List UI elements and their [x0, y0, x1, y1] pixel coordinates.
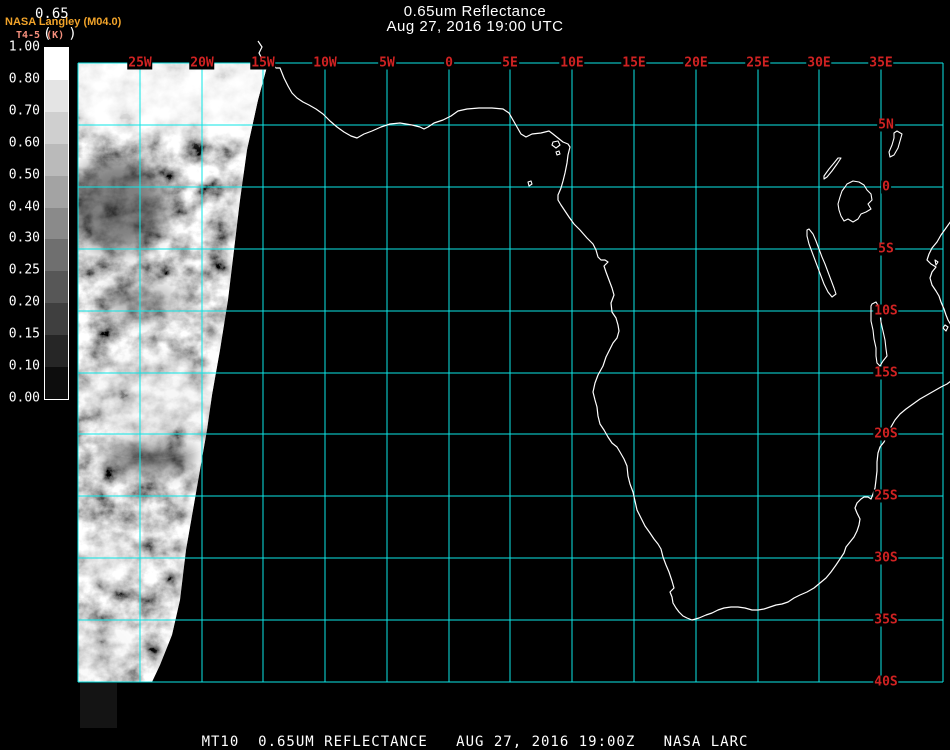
coastline-path: [926, 221, 950, 325]
lake-outline: [551, 140, 561, 149]
lon-label: 25W: [127, 55, 153, 71]
lat-label: 20S: [873, 426, 899, 442]
lat-label: 40S: [873, 674, 899, 690]
lat-label: 5N: [877, 117, 895, 133]
colorbar-tick-label: 0.20: [8, 294, 40, 310]
lon-label: 15E: [621, 55, 647, 71]
colorbar-segment: [45, 175, 68, 208]
lat-label: 5S: [877, 241, 895, 257]
lat-label: 35S: [873, 612, 899, 628]
lake-outline: [934, 259, 939, 266]
footer-caption: MT10 0.65UM REFLECTANCE AUG 27, 2016 19:…: [201, 734, 749, 750]
lake-outline: [942, 324, 949, 332]
colorbar-tick-label: 0.60: [8, 135, 40, 151]
swath-remnant: [80, 683, 117, 728]
lon-label: 0: [444, 55, 454, 71]
reflectance-colorbar: [44, 47, 69, 400]
lon-label: 15W: [250, 55, 276, 71]
lon-label: 20E: [683, 55, 709, 71]
colorbar-tick-label: 0.70: [8, 103, 40, 119]
colorbar-tick-label: 0.80: [8, 71, 40, 87]
colorbar-segment: [45, 111, 68, 144]
colorbar-tick-label: 0.25: [8, 262, 40, 278]
lon-label: 5W: [378, 55, 396, 71]
coastline-path: [257, 40, 950, 621]
lon-label: 25E: [745, 55, 771, 71]
colorbar-segment: [45, 239, 68, 272]
lat-label: 25S: [873, 488, 899, 504]
lake-outline: [527, 180, 533, 187]
page-subtitle: Aug 27, 2016 19:00 UTC: [386, 18, 564, 35]
colorbar-tick-label: 0.15: [8, 326, 40, 342]
lon-label: 10E: [559, 55, 585, 71]
lake-outline: [823, 157, 842, 180]
colorbar-tick-label: 0.50: [8, 167, 40, 183]
colorbar-segment: [45, 271, 68, 304]
lon-label: 35E: [868, 55, 894, 71]
colorbar-tick-label: 0.30: [8, 230, 40, 246]
lat-label: 10S: [873, 303, 899, 319]
lon-label: 5E: [501, 55, 519, 71]
lake-outline: [806, 228, 837, 298]
colorbar-segment: [45, 79, 68, 112]
lake-outline: [888, 130, 903, 158]
lat-label: 0: [881, 179, 891, 195]
credit-label: NASA Langley (M04.0): [5, 16, 122, 28]
map-canvas: [77, 40, 950, 728]
satellite-product-page: 0.65 NASA Langley (M04.0) ( ) T4-5 (K) 0…: [0, 0, 950, 750]
lon-label: 30E: [806, 55, 832, 71]
colorbar-tick-label: 0.40: [8, 199, 40, 215]
lon-label: 20W: [189, 55, 215, 71]
colorbar-segment: [45, 367, 68, 399]
colorbar-tick-label: 0.10: [8, 358, 40, 374]
colorbar-segment: [45, 143, 68, 176]
coastlines: [257, 40, 950, 621]
secondary-param-label: T4-5 (K): [16, 30, 65, 41]
colorbar-segment: [45, 48, 68, 80]
satellite-image-swath: [78, 63, 268, 682]
lat-label: 15S: [873, 365, 899, 381]
lon-label: 10W: [312, 55, 338, 71]
colorbar-tick-label: 0.00: [8, 390, 40, 406]
lake-outline: [555, 150, 561, 156]
colorbar-segment: [45, 207, 68, 240]
colorbar-tick-label: 1.00: [8, 39, 40, 55]
colorbar-segment: [45, 335, 68, 368]
colorbar-segment: [45, 303, 68, 336]
lat-label: 30S: [873, 550, 899, 566]
